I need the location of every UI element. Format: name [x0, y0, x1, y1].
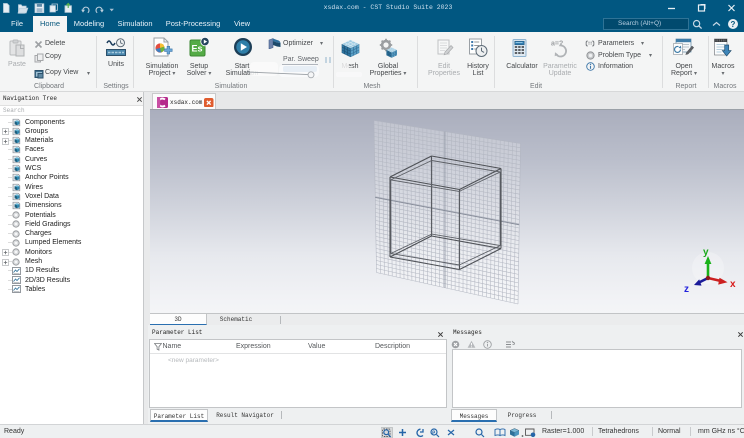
svg-text:y: y — [703, 247, 709, 258]
svg-text:x: x — [730, 279, 736, 290]
svg-text:Es: Es — [191, 44, 202, 54]
svg-text:z: z — [684, 284, 689, 295]
svg-text:?: ? — [731, 20, 736, 29]
